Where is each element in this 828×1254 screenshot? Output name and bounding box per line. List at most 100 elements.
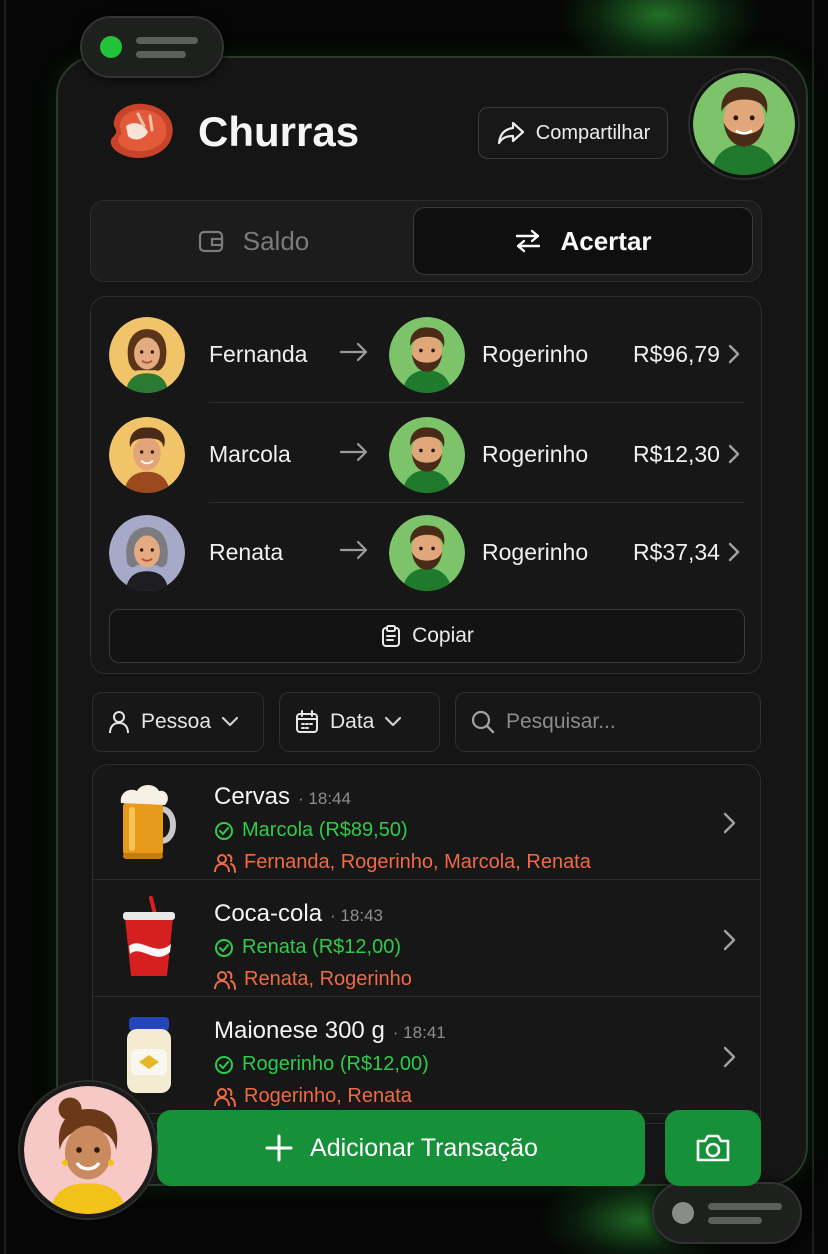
- settlement-amount: R$96,79: [633, 341, 720, 367]
- transaction-participants: Rogerinho, Renata: [214, 1085, 412, 1108]
- view-switcher: Saldo Acertar: [90, 200, 762, 282]
- status-dot-icon: [100, 36, 122, 58]
- transaction-time: · 18:41: [392, 1023, 446, 1042]
- menu-lines-icon: [136, 36, 198, 58]
- gray-haired-woman-avatar-icon: [109, 515, 185, 591]
- beer-mug-icon: [120, 785, 176, 859]
- avatar: [389, 317, 465, 393]
- plus-icon: [265, 1134, 293, 1162]
- share-button[interactable]: Compartilhar: [478, 107, 668, 159]
- add-transaction-button[interactable]: Adicionar Transação: [157, 1110, 645, 1186]
- date-filter-label: Data: [330, 710, 375, 733]
- mayonnaise-jar-icon: [127, 1017, 171, 1093]
- settlement-from-name: Marcola: [209, 441, 291, 467]
- settlement-row[interactable]: Fernanda Rogerinho R$96,79: [91, 297, 763, 393]
- share-arrow-icon: [497, 121, 524, 145]
- transaction-payer: Rogerinho (R$12,00): [214, 1053, 429, 1076]
- transaction-row[interactable]: Coca-cola · 18:43 Renata (R$12,00) Renata…: [93, 882, 760, 997]
- copy-button[interactable]: Copiar: [109, 609, 745, 663]
- woman-avatar-icon: [109, 317, 185, 393]
- camera-button[interactable]: [665, 1110, 761, 1186]
- curly-man-avatar-icon: [109, 417, 185, 493]
- people-icon: [214, 1087, 236, 1107]
- transaction-payer: Renata (R$12,00): [214, 936, 401, 959]
- arrow-right-icon: [339, 540, 368, 560]
- tab-saldo-label: Saldo: [242, 225, 310, 256]
- window-handle-top[interactable]: [80, 16, 224, 78]
- avatar: [109, 317, 185, 393]
- settlement-row[interactable]: Renata Rogerinho R$37,34: [91, 495, 763, 591]
- tab-acertar[interactable]: Acertar: [413, 207, 753, 275]
- settlement-to-name: Rogerinho: [482, 341, 589, 367]
- transaction-name: Maionese 300 g: [214, 1017, 385, 1044]
- search-input[interactable]: [506, 710, 726, 734]
- steak-logo-icon: [110, 103, 173, 158]
- chevron-down-icon: [385, 716, 402, 727]
- transaction-row[interactable]: Maionese 300 g · 18:41 Rogerinho (R$12,00…: [93, 999, 760, 1114]
- transaction-name: Coca-cola: [214, 900, 323, 927]
- user-avatar[interactable]: [20, 1082, 156, 1218]
- woman-bun-avatar-icon: [24, 1086, 152, 1214]
- page-title: Churras: [198, 108, 360, 155]
- frame-edge-right: [812, 0, 814, 1254]
- transaction-title: Maionese 300 g · 18:41: [214, 1017, 446, 1045]
- settlement-from-name: Fernanda: [209, 341, 308, 367]
- settlement-from-name: Renata: [209, 539, 284, 565]
- tab-acertar-label: Acertar: [560, 225, 652, 256]
- transaction-time: · 18:43: [330, 906, 383, 925]
- check-circle-icon: [215, 1055, 233, 1074]
- current-user-avatar[interactable]: [690, 70, 798, 178]
- transaction-name: Cervas: [214, 783, 291, 810]
- chevron-right-icon: [728, 542, 740, 562]
- camera-icon: [696, 1134, 730, 1162]
- arrow-right-icon: [339, 442, 368, 462]
- person-filter-label: Pessoa: [141, 710, 212, 733]
- bearded-man-avatar-icon: [389, 317, 465, 393]
- share-button-label: Compartilhar: [535, 121, 651, 144]
- calendar-icon: [296, 710, 318, 733]
- date-filter-dropdown[interactable]: Data: [279, 692, 440, 752]
- avatar: [389, 515, 465, 591]
- add-transaction-label: Adicionar Transação: [310, 1133, 538, 1162]
- chevron-right-icon: [723, 1046, 736, 1068]
- chevron-down-icon: [221, 716, 239, 727]
- settlement-to-name: Rogerinho: [482, 539, 589, 565]
- chevron-right-icon: [728, 444, 740, 464]
- settlement-row[interactable]: Marcola Rogerinho R$12,30: [91, 397, 763, 493]
- chevron-right-icon: [728, 344, 740, 364]
- transaction-payer-text: Rogerinho (R$12,00): [242, 1053, 429, 1075]
- bearded-man-avatar-icon: [389, 515, 465, 591]
- transaction-time: · 18:44: [298, 789, 351, 808]
- copy-button-label: Copiar: [412, 624, 474, 647]
- clipboard-icon: [382, 625, 401, 647]
- search-field[interactable]: [455, 692, 761, 752]
- chevron-right-icon: [723, 812, 736, 834]
- settlement-amount: R$12,30: [633, 441, 720, 467]
- menu-lines-icon: [708, 1202, 782, 1224]
- avatar: [389, 417, 465, 493]
- transaction-participants: Renata, Rogerinho: [214, 968, 412, 991]
- status-dot-icon: [672, 1202, 694, 1224]
- check-circle-icon: [215, 821, 233, 840]
- chevron-right-icon: [723, 929, 736, 951]
- transaction-title: Cervas · 18:44: [214, 783, 351, 811]
- settlement-amount: R$37,34: [633, 539, 720, 565]
- swap-arrows-icon: [516, 229, 541, 253]
- transaction-payer-text: Marcola (R$89,50): [242, 819, 408, 841]
- transaction-row[interactable]: Cervas · 18:44 Marcola (R$89,50) Fernanda…: [93, 765, 760, 880]
- search-icon: [471, 710, 495, 734]
- transaction-list: Cervas · 18:44 Marcola (R$89,50) Fernanda…: [92, 764, 761, 1124]
- transaction-title: Coca-cola · 18:43: [214, 900, 383, 928]
- settlement-to-name: Rogerinho: [482, 441, 589, 467]
- person-filter-dropdown[interactable]: Pessoa: [92, 692, 264, 752]
- people-icon: [214, 970, 236, 990]
- person-icon: [109, 711, 129, 734]
- transaction-participants-text: Rogerinho, Renata: [244, 1085, 412, 1107]
- avatar: [109, 515, 185, 591]
- window-handle-bottom[interactable]: [652, 1182, 802, 1244]
- avatar: [109, 417, 185, 493]
- wallet-icon: [198, 230, 223, 253]
- check-circle-icon: [215, 938, 233, 957]
- tab-saldo[interactable]: Saldo: [97, 207, 409, 275]
- soda-cup-icon: [123, 896, 175, 976]
